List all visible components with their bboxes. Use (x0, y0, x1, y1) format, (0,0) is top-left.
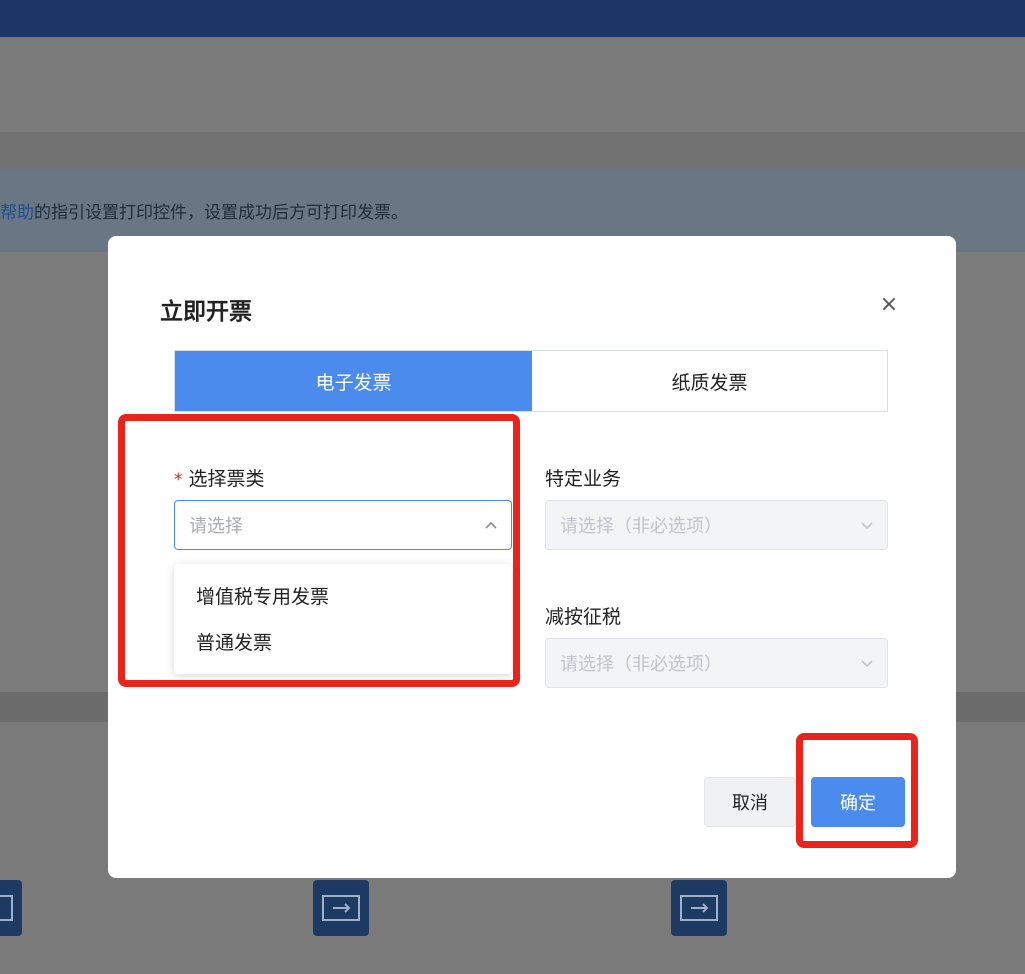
chevron-down-icon (861, 522, 873, 530)
highlight-box-ticket-type (118, 414, 520, 687)
reduced-tax-select[interactable]: 请选择（非必选项） (545, 638, 888, 688)
specific-business-placeholder: 请选择（非必选项） (560, 516, 722, 537)
top-navigation-bar (0, 0, 1025, 37)
invoice-icon (680, 895, 718, 921)
notice-text-line: 帮助的指引设置打印控件，设置成功后方可打印发票。 (0, 198, 408, 223)
dialog-title: 立即开票 (160, 299, 252, 325)
chevron-down-icon (861, 660, 873, 668)
specific-business-label: 特定业务 (545, 468, 622, 490)
tab-electronic-invoice[interactable]: 电子发票 (175, 351, 532, 411)
invoice-card-icon[interactable] (671, 880, 727, 936)
specific-business-select[interactable]: 请选择（非必选项） (545, 500, 888, 550)
help-link[interactable]: 帮助 (0, 203, 34, 223)
notice-text: 的指引设置打印控件，设置成功后方可打印发票。 (34, 203, 408, 223)
page-subheader-area (0, 132, 1025, 170)
highlight-box-confirm (796, 733, 918, 848)
tab-paper-invoice[interactable]: 纸质发票 (532, 351, 887, 411)
reduced-tax-placeholder: 请选择（非必选项） (560, 654, 722, 675)
close-icon[interactable]: × (878, 294, 900, 316)
invoice-card-icon[interactable] (0, 880, 22, 936)
cancel-button[interactable]: 取消 (704, 777, 796, 827)
invoice-icon (322, 895, 360, 921)
reduced-tax-label: 减按征税 (545, 606, 622, 628)
invoice-medium-tabs: 电子发票 纸质发票 (174, 350, 888, 412)
invoice-icon (0, 895, 13, 921)
invoice-card-icon[interactable] (313, 880, 369, 936)
page-header-area (0, 37, 1025, 132)
